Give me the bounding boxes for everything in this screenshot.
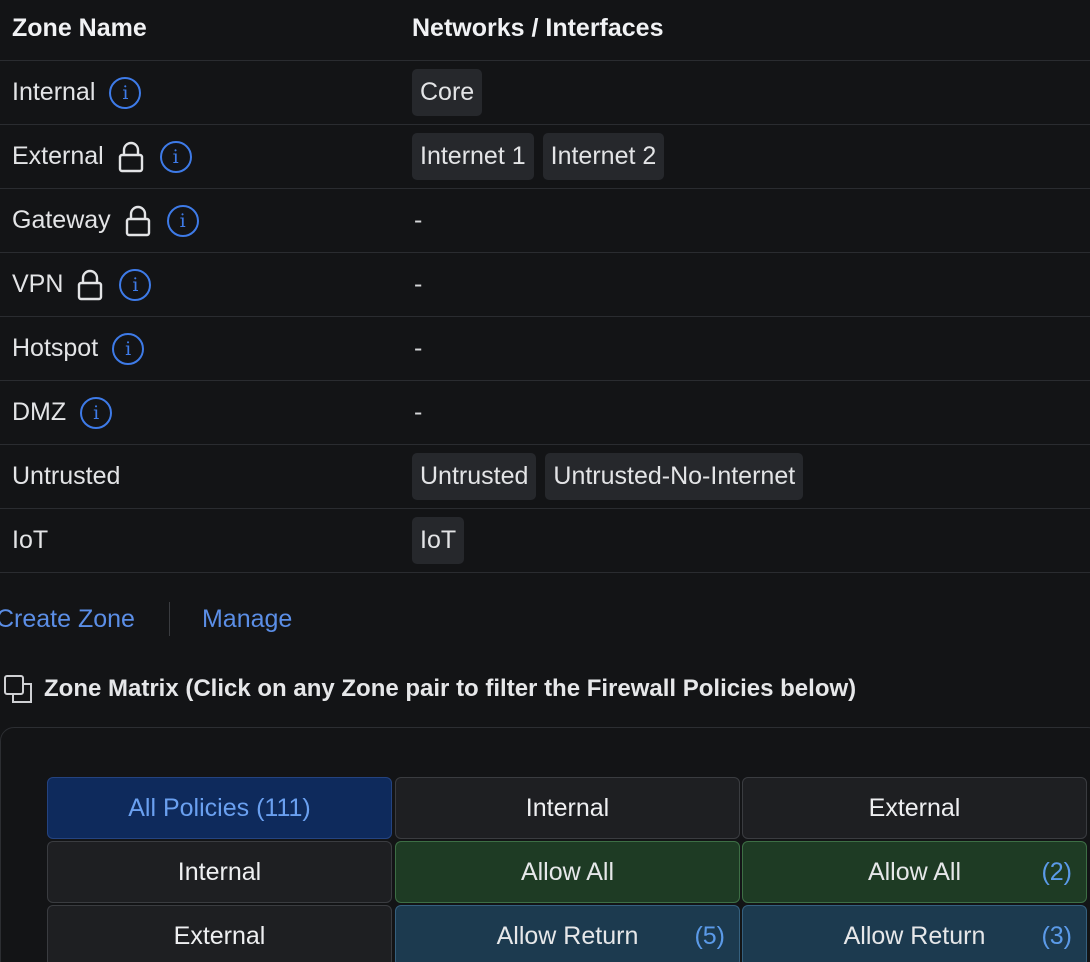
info-icon[interactable]: i [159, 140, 192, 173]
policy-count: (3) [1041, 921, 1072, 950]
networks-cell: Untrusted Untrusted-No-Internet [412, 445, 804, 508]
matrix-col-label: External [868, 793, 961, 822]
zone-name: External [12, 142, 104, 170]
networks-cell: Internet 1 Internet 2 [412, 125, 665, 188]
policy-label: Allow Return [843, 921, 986, 950]
zone-name-cell: Internal i [12, 61, 142, 124]
zone-name: DMZ [12, 398, 67, 426]
policy-count: (5) [694, 921, 725, 950]
info-icon[interactable]: i [119, 268, 152, 301]
table-body: Internal i Core External i Internet 1 Internet… [0, 61, 1090, 573]
networks-cell: - [412, 253, 422, 316]
policy-count: (2) [1041, 857, 1072, 886]
zone-name-cell: IoT [12, 509, 62, 572]
matrix-row-header-internal: Internal [47, 841, 392, 903]
manage-link[interactable]: Manage [202, 605, 292, 634]
zone-name-header[interactable]: Zone Name [12, 14, 147, 43]
empty-networks: - [414, 270, 423, 298]
table-row[interactable]: IoT IoT [0, 509, 1090, 573]
empty-networks: - [414, 334, 423, 362]
zone-name: Untrusted [12, 462, 121, 490]
table-row[interactable]: Untrusted Untrusted Untrusted-No-Internet [0, 445, 1090, 509]
zone-name-cell: DMZ i [12, 381, 113, 444]
zone-actions: Create Zone Manage [0, 600, 292, 638]
info-icon[interactable]: i [80, 396, 113, 429]
network-chip[interactable]: Internet 1 [412, 133, 534, 180]
info-icon[interactable]: i [112, 332, 145, 365]
networks-cell: - [412, 317, 422, 380]
create-zone-link[interactable]: Create Zone [0, 605, 135, 634]
network-chip[interactable]: Internet 2 [542, 133, 665, 180]
matrix-cell-internal-external[interactable]: Allow All (2) [742, 841, 1087, 903]
networks-cell: - [412, 381, 422, 444]
zone-table: Zone Name Networks / Interfaces Internal… [0, 0, 1090, 573]
table-row[interactable]: VPN i - [0, 253, 1090, 317]
empty-networks: - [414, 398, 423, 426]
table-header: Zone Name Networks / Interfaces [0, 0, 1090, 61]
zone-matrix: All Policies (111) Internal External Int… [0, 727, 1090, 962]
empty-networks: - [414, 206, 423, 234]
matrix-cell-external-external[interactable]: Allow Return (3) [742, 905, 1087, 962]
zone-name: Internal [12, 78, 96, 106]
zone-name-cell: Hotspot i [12, 317, 145, 380]
zone-name: VPN [12, 270, 64, 298]
networks-cell: - [412, 189, 422, 252]
table-row[interactable]: DMZ i - [0, 381, 1090, 445]
all-policies-cell[interactable]: All Policies (111) [47, 777, 392, 839]
matrix-row-label: External [173, 921, 266, 950]
table-row[interactable]: Hotspot i - [0, 317, 1090, 381]
copy-icon [4, 675, 32, 703]
zone-matrix-heading: Zone Matrix (Click on any Zone pair to f… [2, 673, 856, 705]
network-chip[interactable]: IoT [412, 517, 465, 564]
matrix-row-header-external: External [47, 905, 392, 962]
divider [168, 602, 170, 636]
networks-cell: IoT [412, 509, 465, 572]
lock-icon [118, 141, 144, 173]
table-row[interactable]: External i Internet 1 Internet 2 [0, 125, 1090, 189]
policy-label: Allow All [520, 857, 615, 886]
policy-label: Allow All [867, 857, 962, 886]
network-chip[interactable]: Untrusted-No-Internet [545, 453, 804, 500]
table-row[interactable]: Gateway i - [0, 189, 1090, 253]
zones-page: Zone Name Networks / Interfaces Internal… [0, 0, 1090, 962]
zone-name-cell: Gateway i [12, 189, 199, 252]
table-row[interactable]: Internal i Core [0, 61, 1090, 125]
zone-name-cell: VPN i [12, 253, 152, 316]
networks-cell: Core [412, 61, 483, 124]
zone-matrix-title: Zone Matrix (Click on any Zone pair to f… [44, 675, 857, 702]
matrix-col-header-external: External [742, 777, 1087, 839]
policy-label: Allow Return [496, 921, 639, 950]
zone-name: Gateway [12, 206, 111, 234]
zone-name: IoT [12, 526, 49, 554]
lock-icon [125, 205, 151, 237]
info-icon[interactable]: i [109, 76, 142, 109]
lock-icon [77, 269, 103, 301]
matrix-cell-internal-internal[interactable]: Allow All [395, 841, 740, 903]
zone-name-cell: External i [12, 125, 192, 188]
matrix-col-header-internal: Internal [395, 777, 740, 839]
network-chip[interactable]: Core [412, 69, 483, 116]
network-chip[interactable]: Untrusted [412, 453, 537, 500]
matrix-col-label: Internal [525, 793, 610, 822]
matrix-row-label: Internal [177, 857, 262, 886]
matrix-cell-external-internal[interactable]: Allow Return (5) [395, 905, 740, 962]
networks-header[interactable]: Networks / Interfaces [412, 14, 664, 43]
zone-name-cell: Untrusted [12, 445, 134, 508]
zone-name: Hotspot [12, 334, 99, 362]
all-policies-label: All Policies (111) [128, 793, 311, 822]
info-icon[interactable]: i [166, 204, 199, 237]
